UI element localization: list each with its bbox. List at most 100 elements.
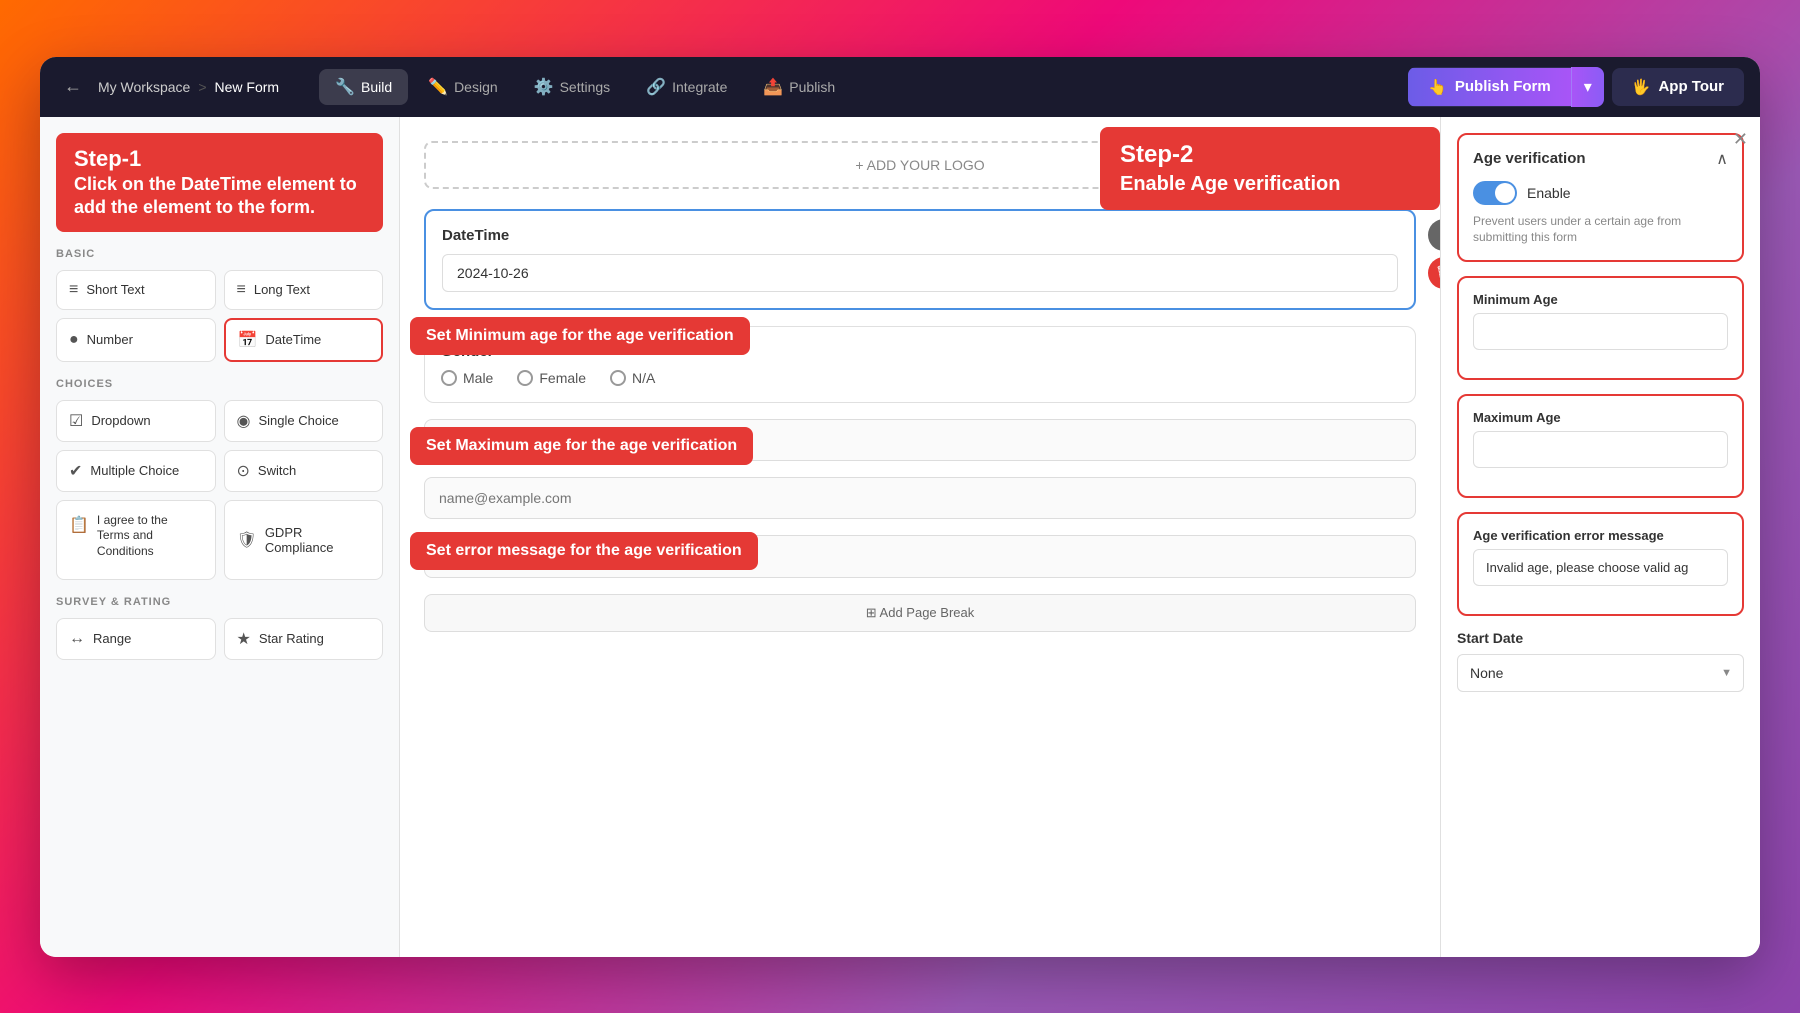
min-age-annotation: Set Minimum age for the age verification (410, 317, 750, 355)
basic-elements: ≡ Short Text ≡ Long Text ● Number 📅 Date… (56, 270, 383, 362)
radio-circle-male (441, 370, 457, 386)
single-choice-element[interactable]: ◉ Single Choice (224, 400, 384, 442)
tab-design[interactable]: ✏️ Design (412, 69, 514, 105)
survey-elements: ↔ Range ★ Star Rating (56, 618, 383, 660)
max-age-input[interactable] (1473, 431, 1728, 468)
enable-toggle[interactable] (1473, 181, 1517, 205)
error-message-field-group: Age verification error message Invalid a… (1473, 528, 1728, 586)
start-date-label: Start Date (1457, 630, 1744, 646)
long-text-label: Long Text (254, 282, 310, 297)
radio-circle-na (610, 370, 626, 386)
choices-elements: ☑ Dropdown ◉ Single Choice ✔ Multiple Ch… (56, 400, 383, 492)
workspace-label[interactable]: My Workspace (98, 79, 190, 95)
age-verification-header: Age verification ∧ (1473, 149, 1728, 169)
age-verification-section: Age verification ∧ Enable Prevent users … (1457, 133, 1744, 263)
switch-label: Switch (258, 463, 296, 478)
top-nav: ← My Workspace > New Form 🔧 Build ✏️ Des… (40, 57, 1760, 117)
tab-integrate[interactable]: 🔗 Integrate (630, 69, 743, 105)
switch-icon: ⊙ (237, 461, 250, 481)
start-date-select-wrapper: None (1457, 654, 1744, 692)
publish-form-button[interactable]: 👆 Publish Form (1408, 68, 1571, 106)
tab-build[interactable]: 🔧 Build (319, 69, 408, 105)
basic-section-label: BASIC (56, 248, 383, 260)
terms-conditions-element[interactable]: 📋 I agree to the Terms and Conditions (56, 500, 216, 580)
number-label: Number (87, 332, 133, 347)
short-text-element[interactable]: ≡ Short Text (56, 270, 216, 310)
step1-annotation: Step-1 Click on the DateTime element to … (56, 133, 383, 232)
short-text-icon: ≡ (69, 281, 78, 299)
datetime-icon: 📅 (238, 330, 258, 350)
close-button[interactable]: ✕ (1733, 129, 1748, 150)
chevron-up-icon[interactable]: ∧ (1716, 149, 1728, 169)
choices-section-label: CHOICES (56, 378, 383, 390)
design-icon: ✏️ (428, 77, 448, 97)
app-tour-label: App Tour (1658, 78, 1724, 95)
radio-circle-female (517, 370, 533, 386)
datetime-field-container: DateTime ⋮ 🗑 (424, 209, 1416, 310)
gender-na-label: N/A (632, 370, 655, 386)
choices-extra-elements: 📋 I agree to the Terms and Conditions 🛡 … (56, 500, 383, 580)
error-message-label: Age verification error message (1473, 528, 1728, 543)
error-message-section: Age verification error message Invalid a… (1457, 512, 1744, 616)
form-area: + ADD YOUR LOGO DateTime ⋮ 🗑 Gender (400, 117, 1440, 957)
switch-element[interactable]: ⊙ Switch (224, 450, 384, 492)
gdpr-icon: 🛡 (237, 530, 257, 550)
tab-integrate-label: Integrate (672, 79, 727, 95)
email-input[interactable] (424, 477, 1416, 519)
long-text-icon: ≡ (237, 281, 246, 299)
tab-settings-label: Settings (560, 79, 611, 95)
add-page-break-button[interactable]: ⊞ Add Page Break (424, 594, 1416, 632)
gdpr-element[interactable]: 🛡 GDPR Compliance (224, 500, 384, 580)
datetime-element[interactable]: 📅 DateTime (224, 318, 384, 362)
publish-form-dropdown[interactable]: ▾ (1571, 67, 1604, 107)
content-area: Step-1 Click on the DateTime element to … (40, 117, 1760, 957)
max-age-section: Maximum Age (1457, 394, 1744, 498)
datetime-field-input[interactable] (442, 254, 1398, 292)
tab-publish[interactable]: 📤 Publish (747, 69, 851, 105)
range-element[interactable]: ↔ Range (56, 618, 216, 660)
step2-annotation: Step-2 Enable Age verification (1100, 127, 1440, 210)
datetime-field-label: DateTime (442, 227, 1398, 244)
step1-body: Click on the DateTime element to add the… (74, 173, 365, 220)
breadcrumb: My Workspace > New Form (98, 79, 279, 95)
tab-settings[interactable]: ⚙️ Settings (518, 69, 627, 105)
range-icon: ↔ (69, 630, 85, 648)
age-verification-title: Age verification (1473, 150, 1586, 167)
cursor-icon: 👆 (1428, 78, 1447, 96)
age-hint-text: Prevent users under a certain age from s… (1473, 213, 1728, 247)
dropdown-label: Dropdown (91, 413, 150, 428)
field-menu-button[interactable]: ⋮ (1428, 219, 1440, 251)
multiple-choice-element[interactable]: ✔ Multiple Choice (56, 450, 216, 492)
min-age-input[interactable] (1473, 313, 1728, 350)
max-age-field-group: Maximum Age (1473, 410, 1728, 468)
error-message-input[interactable]: Invalid age, please choose valid ag (1473, 549, 1728, 586)
single-choice-icon: ◉ (237, 411, 251, 431)
gender-na[interactable]: N/A (610, 370, 655, 386)
left-sidebar: Step-1 Click on the DateTime element to … (40, 117, 400, 957)
field-delete-button[interactable]: 🗑 (1428, 257, 1440, 289)
enable-toggle-row: Enable (1473, 181, 1728, 205)
number-element[interactable]: ● Number (56, 318, 216, 362)
tab-design-label: Design (454, 79, 498, 95)
integrate-icon: 🔗 (646, 77, 666, 97)
gender-female-label: Female (539, 370, 586, 386)
range-label: Range (93, 631, 131, 646)
form-right-wrapper: + ADD YOUR LOGO DateTime ⋮ 🗑 Gender (400, 117, 1760, 957)
star-rating-element[interactable]: ★ Star Rating (224, 618, 384, 660)
step2-title: Step-2 (1120, 141, 1420, 169)
enable-label: Enable (1527, 185, 1571, 201)
back-button[interactable]: ← (56, 72, 90, 101)
gender-radio-group: Male Female N/A (441, 370, 1399, 386)
top-nav-right: 👆 Publish Form ▾ 🖐 App Tour (1408, 67, 1744, 107)
step1-title: Step-1 (74, 145, 365, 174)
settings-icon: ⚙️ (534, 77, 554, 97)
dropdown-icon: ☑ (69, 411, 83, 431)
start-date-select[interactable]: None (1457, 654, 1744, 692)
terms-label: I agree to the Terms and Conditions (97, 513, 203, 560)
gender-female[interactable]: Female (517, 370, 586, 386)
min-age-field-group: Minimum Age (1473, 292, 1728, 350)
long-text-element[interactable]: ≡ Long Text (224, 270, 384, 310)
dropdown-element[interactable]: ☑ Dropdown (56, 400, 216, 442)
app-tour-button[interactable]: 🖐 App Tour (1612, 68, 1744, 106)
gender-male[interactable]: Male (441, 370, 493, 386)
